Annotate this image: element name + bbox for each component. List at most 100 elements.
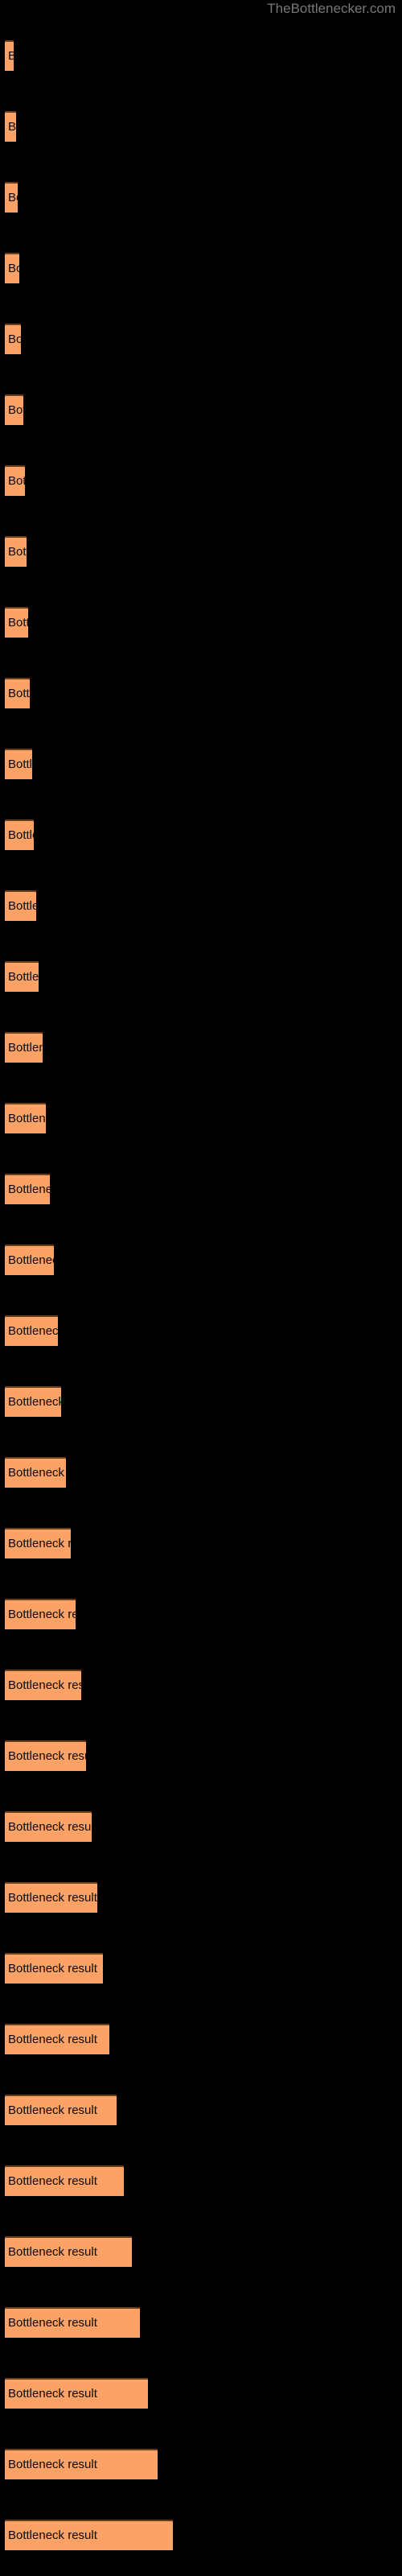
bar-row: Bottleneck result — [0, 1386, 402, 1418]
bars-layer: Bottleneck result Bottleneck result Bottle… — [0, 0, 402, 2576]
bar-label-clip: Bottleneck result — [5, 678, 30, 708]
bar-row: Bottleneck result — [0, 1032, 402, 1064]
bar-row: Bottleneck result — [0, 2024, 402, 2056]
bottleneck-bar-chart: TheBottlenecker.com Bottleneck resultBot… — [0, 0, 402, 2576]
bar-row: Bottleneck result — [0, 2449, 402, 2481]
bar-row: Bottleneck result — [0, 678, 402, 710]
bar-label: Bottleneck result — [8, 1749, 86, 1763]
bar-label: Bottleneck result — [8, 49, 14, 63]
bar-row: Bottleneck result — [0, 40, 402, 72]
bar-label-clip: Bottleneck result — [5, 182, 18, 213]
bar-row: Bottleneck result — [0, 465, 402, 497]
bar-label: Bottleneck result — [8, 1324, 58, 1338]
bar-label-clip: Bottleneck result — [5, 253, 19, 283]
bar-row: Bottleneck result — [0, 2520, 402, 2552]
bar-label-clip: Bottleneck result — [5, 394, 23, 425]
bar-row: Bottleneck result — [0, 536, 402, 568]
bar-label: Bottleneck result — [8, 2245, 97, 2259]
bar-row: Bottleneck result — [0, 1245, 402, 1277]
bar-label-clip: Bottleneck result — [5, 1599, 76, 1629]
bar-label: Bottleneck result — [8, 120, 16, 134]
bar-label: Bottleneck result — [8, 474, 25, 488]
bar-label: Bottleneck result — [8, 2174, 97, 2188]
bar-label-clip: Bottleneck result — [5, 1457, 66, 1488]
bar-label-clip: Bottleneck result — [5, 465, 25, 496]
bar-row: Bottleneck result — [0, 819, 402, 852]
bar-row: Bottleneck result — [0, 2378, 402, 2410]
bar-label: Bottleneck result — [8, 1183, 50, 1196]
bar-label: Bottleneck result — [8, 828, 34, 842]
bar-label-clip: Bottleneck result — [5, 961, 39, 992]
bar-label-clip: Bottleneck result — [5, 607, 28, 638]
bar-row: Bottleneck result — [0, 749, 402, 781]
bar-label: Bottleneck result — [8, 2387, 97, 2401]
bar-row: Bottleneck result — [0, 2095, 402, 2127]
bar-label: Bottleneck result — [8, 616, 28, 630]
bar-label-clip: Bottleneck result — [5, 749, 32, 779]
bar-label: Bottleneck result — [8, 1608, 76, 1621]
bar-label-clip: Bottleneck result — [5, 2378, 148, 2409]
bar-label-clip: Bottleneck result — [5, 40, 14, 71]
bar-label-clip: Bottleneck result — [5, 1953, 103, 1984]
bar-row: Bottleneck result — [0, 1811, 402, 1843]
bar-label: Bottleneck result — [8, 403, 23, 417]
bar-label-clip: Bottleneck result — [5, 1882, 97, 1913]
bar-label: Bottleneck result — [8, 758, 32, 771]
bar-label: Bottleneck result — [8, 1041, 43, 1055]
bar-label: Bottleneck result — [8, 1820, 92, 1834]
bar-label-clip: Bottleneck result — [5, 1811, 92, 1842]
bar-row: Bottleneck result — [0, 1174, 402, 1206]
bar-label-clip: Bottleneck result — [5, 2449, 158, 2479]
bar-label: Bottleneck result — [8, 1962, 97, 1975]
bar-label-clip: Bottleneck result — [5, 890, 36, 921]
bar-label-clip: Bottleneck result — [5, 111, 16, 142]
bar-label-clip: Bottleneck result — [5, 1315, 58, 1346]
bar-label-clip: Bottleneck result — [5, 1386, 61, 1417]
bar-row: Bottleneck result — [0, 1528, 402, 1560]
bar-label: Bottleneck result — [8, 899, 36, 913]
bar-label: Bottleneck result — [8, 191, 18, 204]
bar-label-clip: Bottleneck result — [5, 2095, 117, 2125]
bar-row: Bottleneck result — [0, 2165, 402, 2198]
bar-label: Bottleneck result — [8, 1112, 46, 1125]
bar-label: Bottleneck result — [8, 2316, 97, 2330]
bar-label-clip: Bottleneck result — [5, 2165, 124, 2196]
bar-label: Bottleneck result — [8, 2103, 97, 2117]
bar-label: Bottleneck result — [8, 2033, 97, 2046]
bar-row: Bottleneck result — [0, 890, 402, 923]
bar-row: Bottleneck result — [0, 1740, 402, 1773]
bar-label-clip: Bottleneck result — [5, 1174, 50, 1204]
bar-label: Bottleneck result — [8, 2458, 97, 2471]
bar-row: Bottleneck result — [0, 961, 402, 993]
bar-label-clip: Bottleneck result — [5, 1245, 54, 1275]
bar-label: Bottleneck result — [8, 970, 39, 984]
bar-label-clip: Bottleneck result — [5, 2520, 173, 2550]
bar-label: Bottleneck result — [8, 332, 21, 346]
bar-label: Bottleneck result — [8, 545, 27, 559]
bar-label-clip: Bottleneck result — [5, 536, 27, 567]
bar-row: Bottleneck result — [0, 1315, 402, 1348]
bar-row: Bottleneck result — [0, 394, 402, 427]
bar-row: Bottleneck result — [0, 1103, 402, 1135]
bar-label-clip: Bottleneck result — [5, 819, 34, 850]
bar-label-clip: Bottleneck result — [5, 1528, 71, 1558]
bar-label-clip: Bottleneck result — [5, 1670, 81, 1700]
bar-label: Bottleneck result — [8, 1253, 54, 1267]
bar-row: Bottleneck result — [0, 324, 402, 356]
bar-row: Bottleneck result — [0, 607, 402, 639]
bar-label-clip: Bottleneck result — [5, 324, 21, 354]
bar-label: Bottleneck result — [8, 1537, 71, 1550]
bar-label-clip: Bottleneck result — [5, 2024, 109, 2054]
bar-row: Bottleneck result — [0, 1670, 402, 1702]
bar-label: Bottleneck result — [8, 1678, 81, 1692]
bar-row: Bottleneck result — [0, 1457, 402, 1489]
bar-label-clip: Bottleneck result — [5, 1032, 43, 1063]
bar-row: Bottleneck result — [0, 2307, 402, 2339]
bar-label: Bottleneck result — [8, 1466, 66, 1480]
bar-row: Bottleneck result — [0, 111, 402, 143]
bar-row: Bottleneck result — [0, 1882, 402, 1914]
bar-label-clip: Bottleneck result — [5, 2236, 132, 2267]
bar-label: Bottleneck result — [8, 2529, 97, 2542]
bar-label: Bottleneck result — [8, 262, 19, 275]
bar-row: Bottleneck result — [0, 1953, 402, 1985]
